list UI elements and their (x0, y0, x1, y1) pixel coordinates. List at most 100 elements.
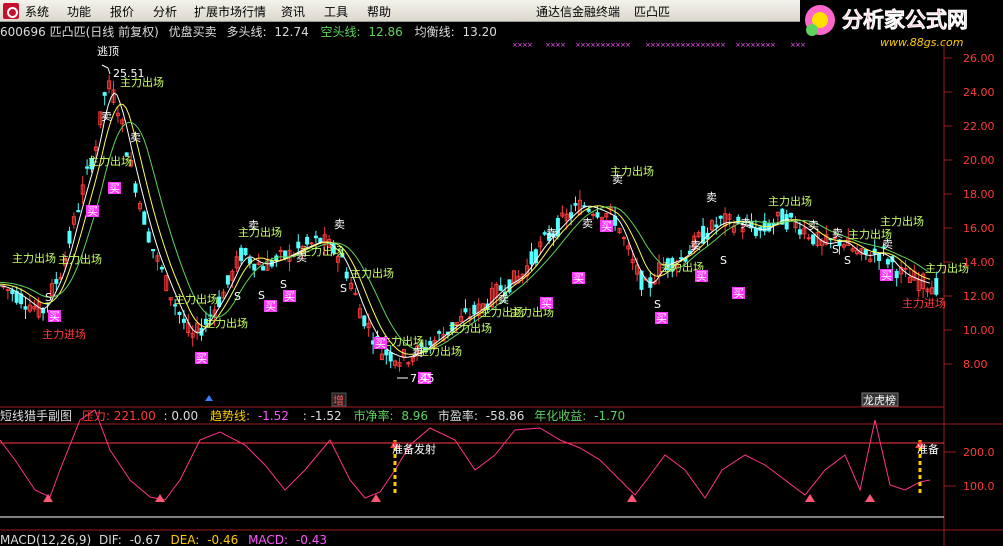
candle-body (771, 222, 776, 226)
low-price-label: 7.45 (410, 372, 435, 385)
candle-body (313, 235, 318, 239)
yield-value: -1.70 (594, 409, 626, 423)
osc-axis-200: 200.0 (963, 446, 995, 459)
dif-value: -0.67 (129, 533, 161, 546)
sell-marker: 卖 (690, 239, 701, 252)
menu-system[interactable]: 系统 (25, 3, 49, 20)
window-stock-name: 匹凸匹 (634, 5, 671, 19)
buy-marker: 买 (109, 182, 120, 195)
price-tick-label: 10.00 (963, 324, 995, 337)
ready-signal-label-right: 准备 (917, 442, 939, 456)
candle-body (934, 278, 939, 295)
candle-body (243, 248, 248, 256)
dif-label: DIF: (98, 533, 122, 546)
main-exit-label: 主力出场 (174, 292, 218, 306)
sell-marker: 卖 (296, 251, 307, 264)
signal-dot: × (770, 41, 776, 49)
candle-body (133, 183, 138, 193)
price-tick-label: 18.00 (963, 188, 995, 201)
zero-value: : 0.00 (163, 409, 199, 423)
signal-dot-row: × × × × × × × × × × × × × × × × × × × × × × × × × × × × × × × × × × × × × × × ×… (512, 41, 806, 49)
osc-axis-100: 100.0 (963, 480, 995, 493)
candle-body (714, 224, 719, 228)
menu-quote[interactable]: 报价 (110, 3, 134, 20)
signal-dot: × (560, 41, 566, 49)
buy-marker: 买 (196, 352, 207, 365)
menu-tools[interactable]: 工具 (324, 3, 348, 20)
candle-body (54, 279, 59, 284)
candle-body (472, 304, 477, 315)
rise-arrow-icon (805, 494, 815, 502)
extreme-marks: 逃顶 25.51 7.45 (97, 45, 435, 385)
price-tick-label: 8.00 (963, 358, 988, 371)
buy-marker: 买 (733, 287, 744, 300)
candle-body (146, 231, 151, 243)
macd-value: -0.43 (295, 533, 327, 546)
price-tick-label: 16.00 (963, 222, 995, 235)
buy-marker: 买 (541, 297, 552, 310)
signal-annotations: 主力出场 主力出场主力出场主力出场主力出场主力出场主力出场主力出场主力出场主力出场… (12, 75, 969, 385)
sell-marker: 卖 (582, 217, 593, 230)
s-marker: S (844, 254, 851, 267)
candle-body (591, 213, 596, 216)
price-tick-label: 24.00 (963, 86, 995, 99)
candle-body (437, 331, 442, 334)
pe-value: -58.86 (485, 409, 525, 423)
pressure-value: 221.00 (113, 409, 156, 423)
oscillator-markers (43, 440, 925, 502)
sell-marker: 卖 (832, 227, 843, 240)
rank-tag: 龙虎榜 (863, 393, 896, 407)
candle-body (239, 247, 244, 261)
ready-signal-label: 准备发射 (392, 442, 436, 456)
candle-body (797, 229, 802, 235)
s-marker: S (258, 289, 265, 302)
menu-function[interactable]: 功能 (67, 3, 91, 20)
sell-marker: 卖 (248, 219, 259, 232)
candle-body (102, 92, 107, 96)
candle-body (261, 266, 266, 271)
signal-dot: × (800, 41, 806, 49)
main-exit-label: 主力出场 (238, 225, 282, 239)
indicator-panel-name: 短线猎手副图 (0, 409, 73, 423)
buy-marker: 买 (49, 310, 60, 323)
candle-body (225, 275, 230, 285)
main-exit-label: 主力出场 (768, 194, 812, 208)
candle-body (23, 306, 28, 310)
dea-label: DEA: (170, 533, 200, 546)
rise-arrow-icon (865, 494, 875, 502)
s-marker: S (720, 254, 727, 267)
indicator-info-line: 短线猎手副图 压力: 221.00 : 0.00 趋势线: -1.52 : -1… (0, 407, 625, 423)
sell-marker: 卖 (706, 191, 717, 204)
kline-chart[interactable]: × × × × × × × × × × × × × × × × × × × × × × × × × × × × × × × × × × × × × × × ×… (0, 22, 1003, 546)
main-enter-label: 主力进场 (902, 296, 946, 310)
candle-body (388, 352, 393, 362)
sell-marker: 卖 (101, 110, 112, 123)
candle-body (498, 285, 503, 291)
candle-body (10, 289, 15, 295)
netrate-value: 8.96 (401, 409, 429, 423)
main-exit-label: 主力出场 (448, 321, 492, 335)
candle-body (903, 267, 908, 270)
candle-body (177, 311, 182, 315)
candle-body (595, 212, 600, 218)
menu-news[interactable]: 资讯 (281, 3, 305, 20)
buy-marker: 买 (656, 312, 667, 325)
increase-tag: 增 (333, 393, 344, 407)
candle-body (894, 270, 899, 279)
sell-marker: 卖 (740, 217, 751, 230)
buy-marker: 买 (375, 337, 386, 350)
high-price-label: 25.51 (113, 67, 145, 80)
candle-body (718, 215, 723, 219)
candle-body (811, 234, 816, 245)
menu-help[interactable]: 帮助 (367, 3, 391, 20)
candle-body (679, 257, 684, 260)
trend-label: 趋势线: (209, 409, 250, 423)
app-logo-icon[interactable] (3, 3, 19, 19)
menu-extended-market[interactable]: 扩展市场行情 (194, 3, 266, 20)
menu-analysis[interactable]: 分析 (153, 3, 177, 20)
macd-info-line: MACD(12,26,9) DIF: -0.67 DEA: -0.46 MACD… (0, 533, 327, 546)
s-marker: S (234, 290, 241, 303)
sell-marker: 卖 (808, 219, 819, 232)
main-exit-label: 主力出场 (88, 154, 132, 168)
sell-marker: 卖 (546, 227, 557, 240)
